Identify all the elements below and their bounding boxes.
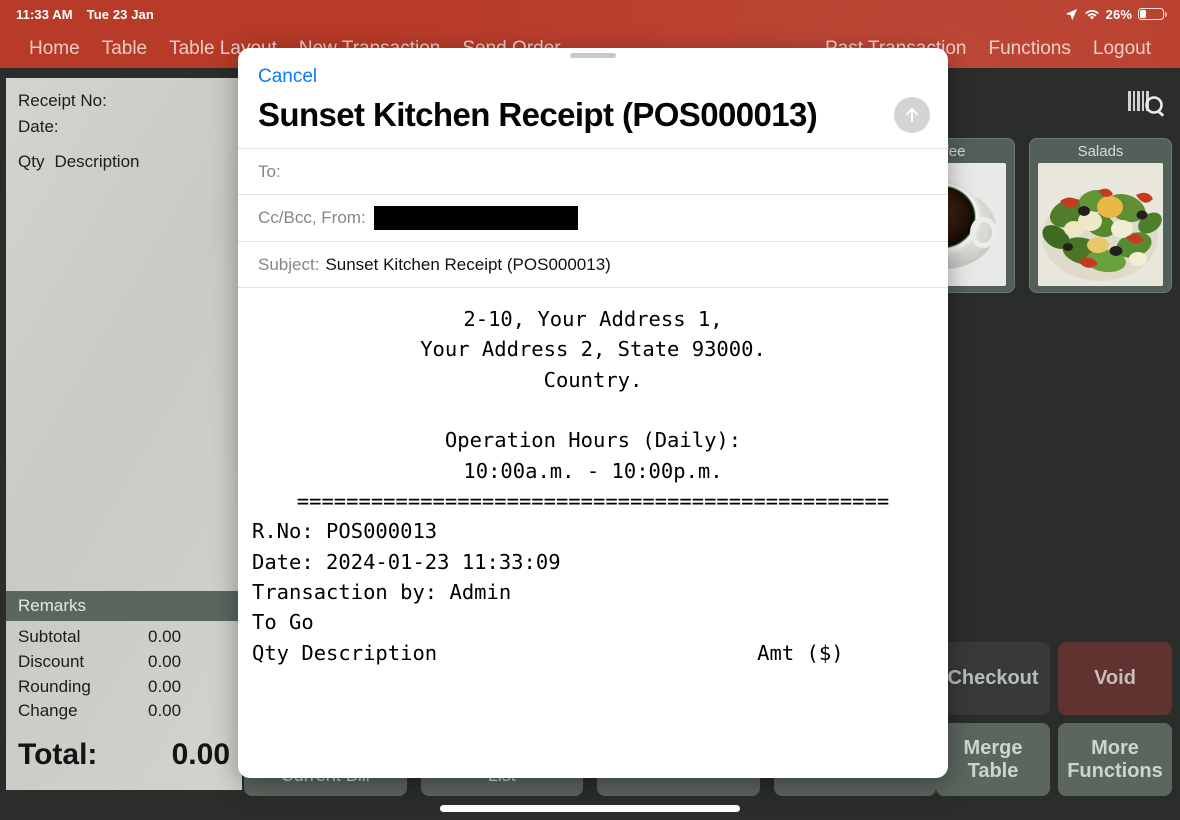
arrow-up-send-icon[interactable] [894, 97, 930, 133]
remarks-bar[interactable]: Remarks [6, 591, 242, 622]
receipt-meta-text: R.No: POS000013 Date: 2024-01-23 11:33:0… [252, 519, 561, 635]
category-label-salads: Salads [1077, 143, 1124, 160]
receipt-col-amt: Amt ($) [757, 640, 844, 665]
subject-label: Subject: [258, 254, 320, 274]
nav-item-table[interactable]: Table [91, 38, 158, 60]
checkout-button[interactable]: Checkout [936, 642, 1050, 715]
description-column-header: Description [54, 151, 140, 171]
modal-title-row: Sunset Kitchen Receipt (POS000013) [238, 88, 948, 148]
status-bar-left: 11:33 AM Tue 23 Jan [16, 7, 154, 22]
order-column-headers: Qty Description [18, 149, 230, 175]
app-screen: Receipt No: Date: Qty Description Remark… [0, 0, 1180, 820]
rounding-label: Rounding [18, 676, 91, 696]
cancel-button[interactable]: Cancel [238, 58, 948, 88]
mail-compose-modal: Cancel Sunset Kitchen Receipt (POS000013… [238, 48, 948, 778]
summary-row-subtotal: Subtotal 0.00 [18, 625, 230, 650]
discount-label: Discount [18, 652, 85, 672]
receipt-table-header: Qty Description Amt ($) [252, 638, 934, 668]
receipt-col-qty-desc: Qty Description [252, 640, 438, 665]
more-functions-button[interactable]: More Functions [1058, 723, 1172, 796]
total-value: 0.00 [171, 738, 230, 771]
summary-rows: Subtotal 0.00 Discount 0.00 Rounding 0.0… [6, 621, 242, 724]
rounding-value: 0.00 [148, 676, 182, 696]
field-row-subject[interactable]: Subject: Sunset Kitchen Receipt (POS0000… [238, 241, 948, 287]
total-row: Total: 0.00 [6, 724, 242, 778]
order-panel: Receipt No: Date: Qty Description Remark… [6, 78, 242, 790]
category-card-salads[interactable]: Salads [1029, 138, 1172, 293]
date-label: Date: [18, 117, 59, 137]
more-functions-line2: Functions [1067, 759, 1163, 782]
change-value: 0.00 [148, 701, 182, 721]
receipt-no-label: Receipt No: [18, 91, 107, 110]
nav-item-logout[interactable]: Logout [1082, 38, 1162, 60]
total-label: Total: [18, 738, 98, 771]
summary-row-rounding: Rounding 0.00 [18, 675, 230, 700]
void-button[interactable]: Void [1058, 642, 1172, 715]
battery-percent-label: 26% [1105, 6, 1132, 22]
order-panel-header: Receipt No: Date: Qty Description [6, 78, 242, 175]
merge-table-button[interactable]: Merge Table [936, 723, 1050, 796]
receipt-header-text: 2-10, Your Address 1, Your Address 2, St… [420, 307, 766, 483]
summary-row-change: Change 0.00 [18, 699, 230, 724]
change-label: Change [18, 701, 78, 721]
status-bar: 11:33 AM Tue 23 Jan 26% [0, 0, 1180, 28]
more-functions-line1: More [1091, 736, 1139, 759]
barcode-search-icon[interactable] [1124, 85, 1168, 125]
subject-value: Sunset Kitchen Receipt (POS000013) [325, 254, 611, 274]
nav-item-home[interactable]: Home [18, 38, 91, 60]
redacted-email-value [373, 206, 578, 230]
subtotal-value: 0.00 [148, 627, 182, 647]
order-summary: Remarks Subtotal 0.00 Discount 0.00 Roun… [6, 591, 242, 778]
discount-value: 0.00 [148, 652, 182, 672]
wifi-icon [1084, 8, 1100, 21]
nav-item-functions[interactable]: Functions [978, 38, 1082, 60]
action-button-grid: Checkout Void Merge Table More Functions [936, 642, 1172, 796]
status-date: Tue 23 Jan [86, 6, 154, 22]
mail-body[interactable]: 2-10, Your Address 1, Your Address 2, St… [238, 287, 948, 778]
summary-row-discount: Discount 0.00 [18, 650, 230, 675]
home-indicator [440, 805, 740, 812]
to-label: To: [258, 161, 281, 181]
salad-bowl-photo [1038, 162, 1163, 286]
subtotal-label: Subtotal [18, 627, 81, 647]
field-row-to[interactable]: To: [238, 148, 948, 194]
qty-column-header: Qty [18, 151, 45, 171]
status-bar-right: 26% [1065, 6, 1167, 22]
modal-title: Sunset Kitchen Receipt (POS000013) [258, 96, 818, 133]
receipt-divider: ========================================… [296, 488, 890, 513]
status-time: 11:33 AM [16, 6, 73, 22]
field-row-ccbcc-from[interactable]: Cc/Bcc, From: [238, 194, 948, 241]
ccbcc-from-label: Cc/Bcc, From: [258, 208, 366, 227]
location-arrow-icon [1065, 8, 1078, 21]
battery-icon [1138, 8, 1167, 20]
